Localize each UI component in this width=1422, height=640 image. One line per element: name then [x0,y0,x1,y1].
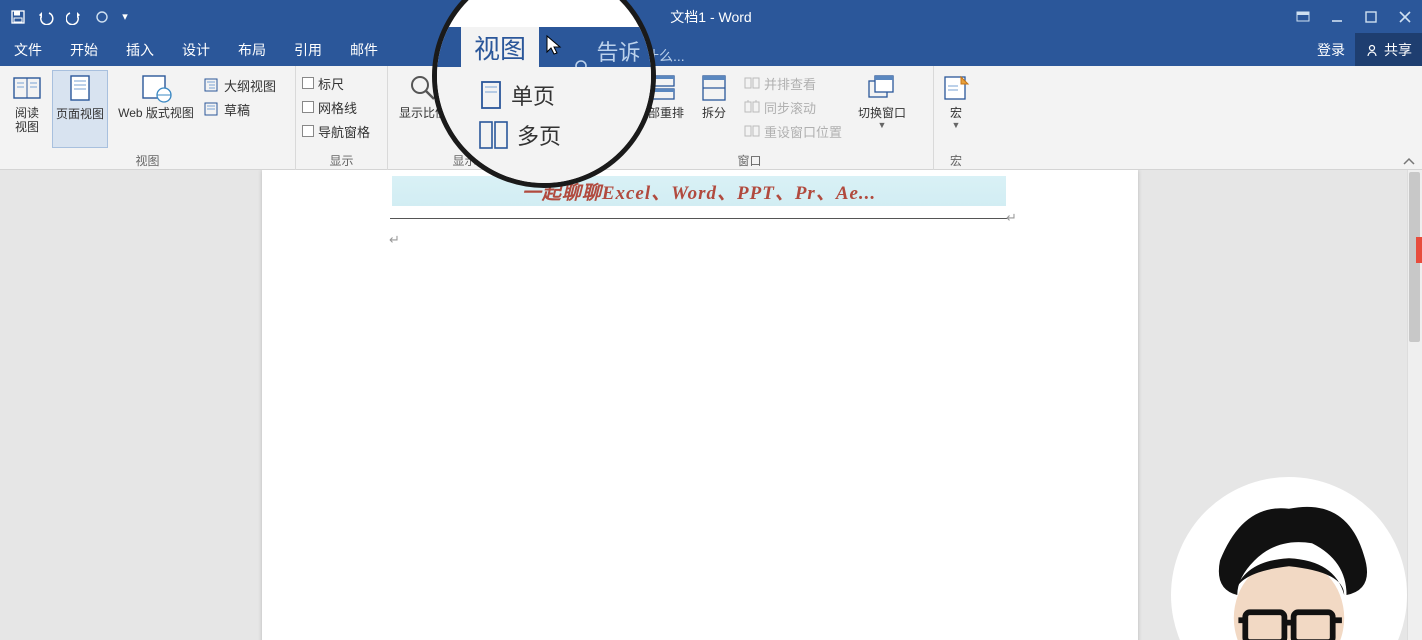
tell-me-search[interactable]: 告诉我您想要做什么... [505,46,685,66]
qat-customize-button[interactable]: ▾ [118,5,132,29]
print-layout-label: 页面视图 [56,107,104,121]
multi-page-label: 多页 [486,117,514,137]
outline-view-button[interactable]: 大纲视图 [204,74,276,96]
zoom-label: 显示比例 [399,106,447,120]
arrange-all-button[interactable]: 全部重排 [630,70,690,148]
arrange-all-icon [643,72,677,104]
macros-label: 宏 [950,106,962,120]
one-page-icon [456,80,476,102]
maximize-button[interactable] [1354,0,1388,33]
ribbon: 阅读 视图 页面视图 Web 版式视图 大纲视图 [0,66,1422,170]
draft-view-button[interactable]: 草稿 [204,98,276,120]
tab-mailings[interactable]: 邮件 [336,33,392,66]
ribbon-tabs: 文件 开始 插入 设计 布局 引用 邮件 视图 告诉我您想要做什么... 登录 … [0,33,1422,66]
window-title: 文档1 - Word [670,0,751,33]
checkbox-icon [302,125,314,137]
sync-scroll-icon [744,100,760,114]
horizontal-rule [390,218,1008,219]
avatar-image [1174,480,1404,640]
split-label: 拆分 [702,106,726,120]
tab-design[interactable]: 设计 [168,33,224,66]
sign-in-button[interactable]: 登录 [1307,40,1355,60]
gridlines-label: 网格线 [318,98,357,117]
window-controls [1286,0,1422,33]
checkbox-icon [302,77,314,89]
document-area[interactable]: 一起聊聊Excel、Word、PPT、Pr、Ae... ↵ ↵ [0,170,1422,640]
undo-button[interactable] [34,5,58,29]
tab-file[interactable]: 文件 [0,33,56,66]
redo-button[interactable] [62,5,86,29]
web-layout-button[interactable]: Web 版式视图 [112,70,200,148]
draft-icon [204,102,220,116]
share-icon [1365,43,1379,57]
title-bar: ▾ 文档1 - Word [0,0,1422,33]
paragraph-mark: ↵ [389,232,400,248]
split-icon [697,72,731,104]
checkbox-icon [302,101,314,113]
group-macros-label: 宏 [934,152,978,170]
touch-mode-button[interactable] [90,5,114,29]
switch-windows-label: 切换窗口 [858,106,906,120]
close-button[interactable] [1388,0,1422,33]
ruler-checkbox[interactable]: 标尺 [302,72,370,94]
one-page-button[interactable]: 单页 [456,78,514,104]
switch-windows-button[interactable]: 切换窗口 ▼ [852,70,912,148]
side-by-side-button: 并排查看 [744,72,842,94]
read-mode-button[interactable]: 阅读 视图 [6,70,48,148]
paragraph-mark: ↵ [1006,210,1017,226]
tab-layout[interactable]: 布局 [224,33,280,66]
navpane-checkbox[interactable]: 导航窗格 [302,120,370,142]
one-page-label: 单页 [482,81,510,101]
tab-references[interactable]: 引用 [280,33,336,66]
ruler-label: 标尺 [318,74,344,93]
read-mode-label: 阅读 视图 [15,106,39,135]
chevron-up-icon [1402,156,1416,166]
annotation-marker [1416,237,1422,263]
reset-window-button: 重设窗口位置 [744,120,842,142]
group-window-label: 窗口 [566,152,933,170]
read-mode-icon [10,72,44,104]
outline-icon [204,78,220,92]
tab-home[interactable]: 开始 [56,33,112,66]
doc-title-text: 文档1 - Word [670,7,751,27]
lightbulb-icon [525,48,541,64]
reset-window-icon [744,124,760,138]
navpane-label: 导航窗格 [318,122,370,141]
outline-label: 大纲视图 [224,76,276,95]
group-show-label: 显示 [296,152,387,170]
web-layout-icon [139,72,173,104]
split-button[interactable]: 拆分 [694,70,734,148]
collapse-ribbon-button[interactable] [1402,156,1416,166]
web-layout-label: Web 版式视图 [118,106,194,120]
multi-page-icon [456,116,480,138]
side-by-side-icon [744,76,760,90]
multi-page-button[interactable]: 多页 [456,114,514,140]
group-views-label: 视图 [0,152,295,170]
sync-scroll-button: 同步滚动 [744,96,842,118]
share-label: 共享 [1384,40,1412,60]
banner-text: 一起聊聊Excel、Word、PPT、Pr、Ae... [392,176,1006,206]
tell-me-placeholder: 告诉我您想要做什么... [547,46,685,66]
macros-icon [939,72,973,104]
tab-insert[interactable]: 插入 [112,33,168,66]
zoom-button[interactable]: 显示比例 [394,70,452,148]
draft-label: 草稿 [224,100,250,119]
group-zoom-label: 显示比例 [388,152,565,170]
save-button[interactable] [6,5,30,29]
print-layout-icon [63,73,97,105]
arrange-all-label: 全部重排 [636,106,684,120]
ribbon-options-button[interactable] [1286,0,1320,33]
zoom-icon [406,72,440,104]
dropdown-icon: ▾ [122,10,128,23]
share-button[interactable]: 共享 [1355,33,1422,66]
quick-access-toolbar: ▾ [0,5,132,29]
gridlines-checkbox[interactable]: 网格线 [302,96,370,118]
print-layout-button[interactable]: 页面视图 [52,70,108,148]
minimize-button[interactable] [1320,0,1354,33]
document-page[interactable]: 一起聊聊Excel、Word、PPT、Pr、Ae... ↵ ↵ [262,170,1138,640]
tab-view[interactable]: 视图 [449,33,505,66]
switch-windows-icon [865,72,899,104]
macros-button[interactable]: 宏 ▼ [939,70,973,148]
